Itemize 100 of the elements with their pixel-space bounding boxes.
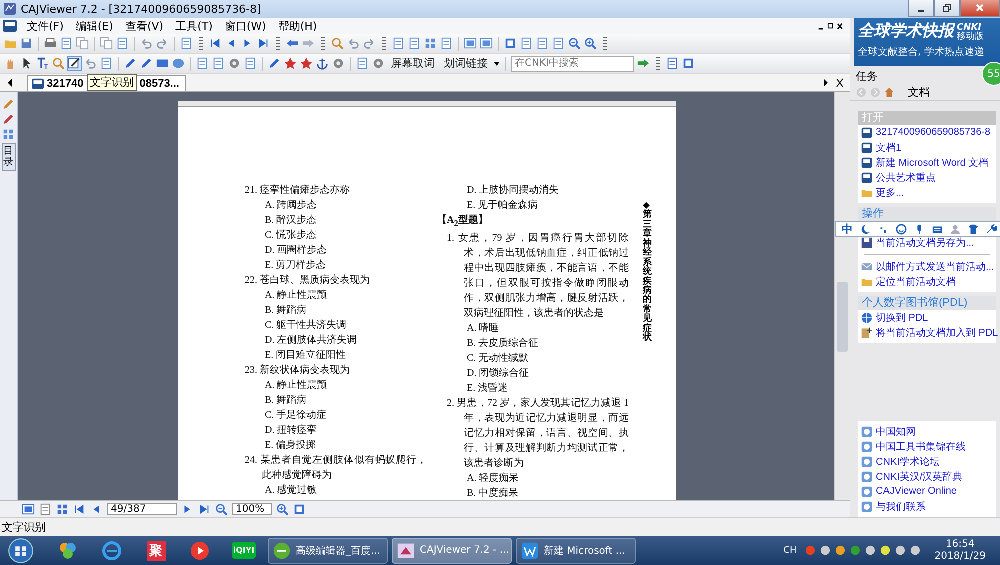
taskbar-button[interactable]: 新建 Microsoft ... [516, 538, 636, 564]
taskbar-button[interactable]: CAJViewer 7.2 - ... [392, 538, 512, 564]
page-icon[interactable] [244, 57, 257, 70]
document-window-controls-icon[interactable] [818, 22, 844, 30]
pencil-icon[interactable] [140, 57, 153, 70]
search-field[interactable]: 在CNKI中搜索 [511, 56, 634, 72]
page-icon[interactable] [60, 37, 73, 50]
menu-item[interactable]: 查看(V) [119, 18, 170, 34]
tray-icon[interactable] [850, 545, 861, 556]
start-button[interactable] [8, 538, 34, 564]
layout-icon[interactable] [22, 502, 35, 516]
task-link[interactable]: CNKI英汉/汉英辞典 [876, 470, 963, 484]
task-link[interactable]: 当前活动文档另存为... [876, 236, 974, 250]
task-link[interactable]: 将当前活动文档加入到 PDL [876, 326, 998, 340]
menu-item[interactable]: 工具(T) [170, 18, 219, 34]
page-icon[interactable] [536, 37, 549, 50]
tray-icon[interactable] [910, 545, 921, 556]
printer-icon[interactable] [44, 37, 57, 50]
ellipse-icon[interactable] [172, 57, 185, 70]
pencil-icon[interactable] [124, 57, 137, 70]
word-link-button[interactable]: 划词链接 [441, 56, 491, 71]
gear-icon[interactable] [332, 57, 345, 70]
person-icon[interactable] [950, 224, 961, 234]
first-page-icon[interactable] [73, 502, 86, 516]
contents-tab[interactable]: 目录 [2, 143, 16, 171]
tray-icon[interactable] [880, 545, 891, 556]
page-icon[interactable] [116, 37, 129, 50]
first-page-icon[interactable] [209, 37, 222, 50]
tray-icon[interactable] [894, 545, 906, 556]
page-icon[interactable] [196, 57, 209, 70]
page-icon[interactable] [39, 502, 52, 516]
redo-icon[interactable] [363, 37, 376, 50]
text-icon[interactable] [36, 57, 49, 70]
task-link[interactable]: 以邮件方式发送当前活动... [876, 260, 994, 274]
task-link[interactable]: 文档1 [876, 140, 902, 154]
task-link[interactable]: CNKI学术论坛 [876, 454, 940, 468]
grid-icon[interactable] [56, 502, 69, 516]
minimize-button[interactable] [908, 0, 934, 17]
app-button[interactable]: 聚 [136, 537, 176, 564]
task-link[interactable]: 与我们联系 [876, 500, 926, 514]
task-link[interactable]: 中国工具书集锦在线 [876, 440, 966, 454]
screen-word-button[interactable]: 屏幕取词 [388, 56, 438, 71]
task-link[interactable]: 3217400960659085736-8 [876, 127, 991, 138]
shirt-icon[interactable] [968, 224, 979, 234]
page-icon[interactable] [666, 57, 679, 70]
page-icon[interactable] [552, 37, 565, 50]
maximize-button[interactable] [934, 0, 960, 17]
wrench-icon[interactable] [986, 224, 997, 234]
layout-icon[interactable] [464, 37, 477, 50]
tray-icon[interactable] [834, 545, 846, 556]
zoom-out-icon[interactable] [568, 37, 581, 50]
close-icon[interactable] [836, 78, 844, 88]
task-link[interactable]: 切换到 PDL [876, 310, 928, 324]
menu-item[interactable]: 帮助(H) [272, 18, 324, 34]
star-icon[interactable] [284, 57, 297, 70]
grid-icon[interactable] [424, 37, 437, 50]
page-icon[interactable] [180, 37, 193, 50]
page-icon[interactable] [392, 37, 405, 50]
tray-icon[interactable] [864, 545, 876, 556]
task-link[interactable]: 更多... [876, 186, 904, 200]
task-link[interactable]: 定位当前活动文档 [876, 274, 956, 288]
gear-icon[interactable] [228, 57, 241, 70]
task-link[interactable]: 新建 Microsoft Word 文档 [876, 156, 989, 170]
copy-icon[interactable] [100, 37, 113, 50]
zoom-in-icon[interactable] [584, 37, 597, 50]
page-icon[interactable] [356, 57, 369, 70]
pencil-icon[interactable] [2, 113, 15, 126]
last-page-icon[interactable] [257, 37, 270, 50]
menu-item[interactable]: 文件(F) [21, 18, 70, 34]
left-arrow-icon[interactable] [286, 37, 299, 50]
scan-icon[interactable] [68, 57, 81, 70]
language-indicator[interactable]: CH [784, 546, 797, 556]
smile-icon[interactable] [896, 224, 907, 234]
task-link[interactable]: 中国知网 [876, 424, 916, 438]
task-link[interactable]: 公共艺术重点 [876, 170, 936, 184]
scrollbar[interactable] [834, 92, 850, 500]
rectangle-icon[interactable] [156, 57, 169, 70]
undo-icon[interactable] [140, 37, 153, 50]
page-icon[interactable] [212, 57, 225, 70]
search-icon[interactable] [331, 37, 344, 50]
close-button[interactable] [960, 0, 1000, 17]
zoom-field[interactable]: 100% [232, 503, 272, 515]
grid-icon[interactable] [2, 128, 15, 141]
floppy-icon[interactable] [20, 37, 33, 50]
menu-item[interactable]: 编辑(E) [70, 18, 120, 34]
page-icon[interactable] [100, 57, 113, 70]
anchor-icon[interactable] [316, 57, 329, 70]
zoom-out-icon[interactable] [215, 502, 228, 516]
home-icon[interactable] [884, 86, 895, 98]
task-link[interactable]: CAJViewer Online [876, 486, 957, 497]
caret-icon[interactable] [494, 62, 500, 66]
tray-icon[interactable] [820, 545, 831, 556]
last-page-icon[interactable] [198, 502, 211, 516]
input-mode-toggle[interactable]: 中 [842, 222, 853, 236]
star-icon[interactable] [300, 57, 313, 70]
pencil-icon[interactable] [268, 57, 281, 70]
gear-icon[interactable] [372, 57, 385, 70]
clock-time[interactable]: 16:54 [946, 538, 975, 550]
clock-date[interactable]: 2018/1/29 [934, 550, 986, 562]
right-arrow-icon[interactable] [637, 57, 650, 70]
